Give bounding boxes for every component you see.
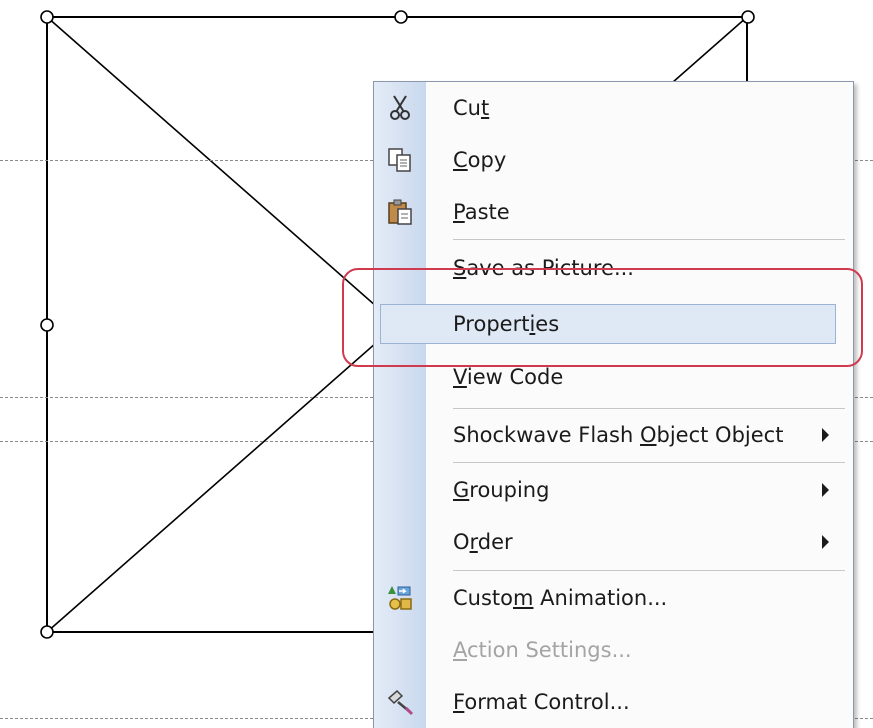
submenu-arrow-icon (822, 428, 829, 442)
handle-top-middle[interactable] (394, 10, 408, 24)
menu-separator (453, 408, 845, 409)
submenu-arrow-icon (822, 483, 829, 497)
menu-item-label: Shockwave Flash Object Object (453, 423, 784, 447)
menu-item-cut[interactable]: Cut (374, 86, 853, 130)
menu-item-custom-animation[interactable]: Custom Animation... (374, 576, 853, 620)
scissors-icon (390, 95, 410, 120)
menu-separator (453, 570, 845, 571)
menu-item-label: Cut (453, 96, 490, 120)
menu-item-copy[interactable]: Copy (374, 138, 853, 182)
format-control-icon (387, 689, 414, 716)
menu-item-format-control[interactable]: Format Control... (374, 680, 853, 724)
menu-item-label: Order (453, 530, 513, 554)
menu-item-label: Action Settings... (453, 638, 632, 662)
menu-item-grouping[interactable]: Grouping (374, 468, 853, 512)
menu-item-paste[interactable]: Paste (374, 190, 853, 234)
handle-middle-left[interactable] (40, 318, 54, 332)
menu-item-shockwave-flash-object[interactable]: Shockwave Flash Object Object (374, 413, 853, 457)
menu-item-label: Copy (453, 148, 507, 172)
submenu-arrow-icon (822, 535, 829, 549)
handle-top-left[interactable] (40, 10, 54, 24)
menu-separator (453, 239, 845, 240)
handle-bottom-left[interactable] (40, 625, 54, 639)
menu-item-action-settings: Action Settings... (374, 628, 853, 672)
menu-item-label: Format Control... (453, 690, 630, 714)
clipboard-paste-icon (388, 199, 412, 225)
menu-item-label: Paste (453, 200, 510, 224)
highlight-annotation (342, 268, 863, 367)
menu-item-order[interactable]: Order (374, 520, 853, 564)
custom-animation-icon (388, 586, 412, 610)
handle-top-right[interactable] (741, 10, 755, 24)
menu-item-label: Grouping (453, 478, 550, 502)
menu-separator (453, 462, 845, 463)
menu-item-label: Custom Animation... (453, 586, 668, 610)
copy-icon (388, 148, 411, 172)
context-menu: Cut Copy Paste Save as Picture... Proper… (373, 81, 854, 728)
